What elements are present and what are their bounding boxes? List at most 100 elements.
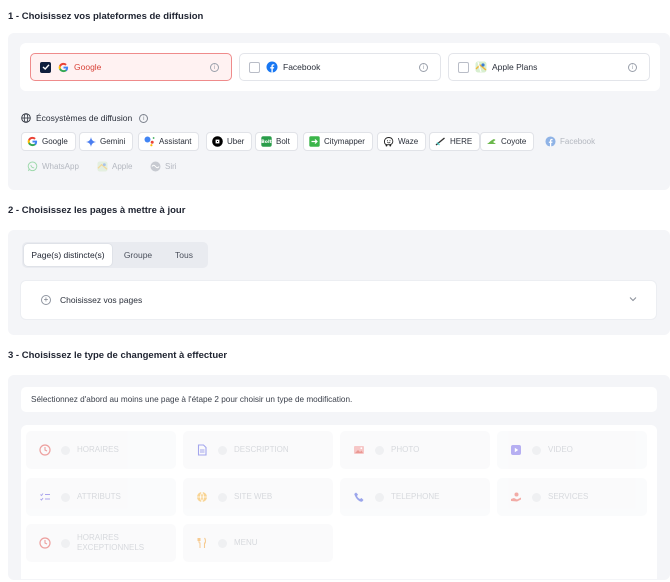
google-icon — [27, 136, 38, 147]
waze-icon — [383, 136, 394, 147]
radio — [61, 538, 70, 548]
ecosystem-chip-citymapper[interactable]: Citymapper — [303, 132, 373, 151]
chip-label: Google — [42, 137, 68, 146]
chip-label: Uber — [227, 137, 245, 146]
ecosystems-heading: Écosystèmes de diffusion i — [21, 113, 149, 123]
change-type-label: VIDEO — [548, 445, 573, 454]
ecosystem-chip-bolt[interactable]: Bolt Bolt — [255, 132, 298, 151]
chip-label: Waze — [398, 137, 419, 146]
ecosystem-chip-coyote[interactable]: Coyote — [480, 132, 535, 151]
apple-plans-checkbox[interactable] — [458, 61, 469, 73]
platform-apple-plans[interactable]: Apple Plans i — [448, 53, 650, 81]
pages-panel: Page(s) distincte(s) Groupe Tous + Chois… — [8, 230, 670, 335]
here-icon — [435, 136, 446, 147]
photo-icon — [353, 444, 365, 456]
document-icon — [196, 444, 208, 456]
radio — [218, 538, 227, 548]
citymapper-icon — [309, 136, 320, 147]
change-type-description: DESCRIPTION — [183, 431, 333, 469]
radio — [218, 492, 227, 502]
change-type-services: SERVICES — [497, 478, 647, 516]
tab-all[interactable]: Tous — [164, 244, 204, 266]
ecosystems-title: Écosystèmes de diffusion — [36, 113, 133, 123]
section-1-title: 1 - Choisissez vos plateformes de diffus… — [8, 11, 204, 22]
section-3-title: 3 - Choisissez le type de changement à e… — [8, 350, 228, 361]
phone-icon — [353, 491, 365, 503]
tab-distinct-pages[interactable]: Page(s) distincte(s) — [24, 244, 112, 266]
info-icon[interactable]: i — [419, 63, 428, 72]
change-type-grid: HORAIRES DESCRIPTION PHOTO VIDEO ATTRIBU… — [21, 425, 657, 579]
change-type-horaires: HORAIRES — [26, 431, 176, 469]
pages-select[interactable]: + Choisissez vos pages — [20, 280, 657, 320]
chevron-down-icon — [629, 297, 637, 302]
chip-label: Facebook — [560, 137, 596, 146]
chip-label: Citymapper — [324, 137, 365, 146]
globe-icon — [21, 113, 31, 123]
section-2-title: 2 - Choisissez les pages à mettre à jour — [8, 205, 186, 216]
ecosystem-chip-uber[interactable]: Uber — [206, 132, 253, 151]
change-type-telephone: TELEPHONE — [340, 478, 490, 516]
radio — [61, 492, 70, 502]
change-type-label: SITE WEB — [234, 492, 273, 501]
platform-label: Apple Plans — [492, 62, 538, 72]
change-type-video: VIDEO — [497, 431, 647, 469]
ecosystem-chip-gemini[interactable]: Gemini — [79, 132, 134, 151]
pages-select-placeholder: Choisissez vos pages — [60, 295, 143, 305]
google-icon — [57, 61, 69, 73]
platforms-panel: Google i Facebook i Apple Plans i Écosys… — [8, 33, 670, 190]
ecosystem-chip-waze[interactable]: Waze — [377, 132, 427, 151]
facebook-checkbox[interactable] — [249, 61, 260, 73]
ecosystem-chip-assistant[interactable]: Assistant — [138, 132, 200, 151]
coyote-icon — [486, 136, 497, 147]
chip-label: Bolt — [276, 137, 290, 146]
siri-icon — [150, 161, 161, 172]
ecosystem-chip-google[interactable]: Google — [21, 132, 76, 151]
platform-label: Facebook — [283, 62, 321, 72]
apple-plans-icon — [97, 161, 108, 172]
radio — [532, 445, 541, 455]
select-page-notice: Sélectionnez d'abord au moins une page à… — [21, 387, 657, 412]
pages-scope-tabs: Page(s) distincte(s) Groupe Tous — [22, 242, 208, 268]
ecosystem-chip-here[interactable]: HERE — [429, 132, 481, 151]
ecosystem-chip-siri: Siri — [150, 157, 184, 176]
gemini-icon — [85, 136, 96, 147]
facebook-icon — [545, 136, 556, 147]
platform-google[interactable]: Google i — [30, 53, 232, 81]
chip-label: Apple — [112, 162, 133, 171]
info-icon[interactable]: i — [628, 63, 637, 72]
change-type-menu: MENU — [183, 524, 333, 562]
chip-label: Assistant — [159, 137, 192, 146]
platforms-box: Google i Facebook i Apple Plans i — [20, 43, 660, 91]
platform-facebook[interactable]: Facebook i — [239, 53, 441, 81]
change-type-label: TELEPHONE — [391, 492, 440, 501]
assistant-icon — [144, 136, 155, 147]
radio — [375, 492, 384, 502]
bolt-icon: Bolt — [261, 136, 272, 147]
radio — [218, 445, 227, 455]
list-icon — [39, 491, 51, 503]
info-icon[interactable]: i — [210, 63, 219, 72]
change-type-label: HORAIRES EXCEPTIONNELS — [77, 533, 145, 552]
change-type-label: MENU — [234, 538, 258, 547]
change-type-photo: PHOTO — [340, 431, 490, 469]
change-type-label: SERVICES — [548, 492, 589, 501]
ecosystem-chip-facebook: Facebook — [545, 132, 602, 151]
chip-label: Siri — [165, 162, 177, 171]
chip-label: Coyote — [501, 137, 527, 146]
menu-icon — [196, 537, 208, 549]
services-icon — [510, 491, 522, 503]
info-icon[interactable]: i — [139, 113, 149, 123]
change-type-site-web: SITE WEB — [183, 478, 333, 516]
change-type-label: ATTRIBUTS — [77, 492, 121, 501]
radio — [532, 492, 541, 502]
change-type-label: HORAIRES — [77, 445, 119, 454]
tab-group[interactable]: Groupe — [112, 244, 164, 266]
facebook-icon — [266, 61, 278, 73]
video-icon — [510, 444, 522, 456]
uber-icon — [212, 136, 223, 147]
chip-label: HERE — [450, 137, 473, 146]
clock-icon — [39, 444, 51, 456]
change-type-panel: Sélectionnez d'abord au moins une page à… — [8, 375, 670, 580]
plus-icon: + — [41, 295, 51, 305]
google-checkbox[interactable] — [40, 61, 51, 73]
